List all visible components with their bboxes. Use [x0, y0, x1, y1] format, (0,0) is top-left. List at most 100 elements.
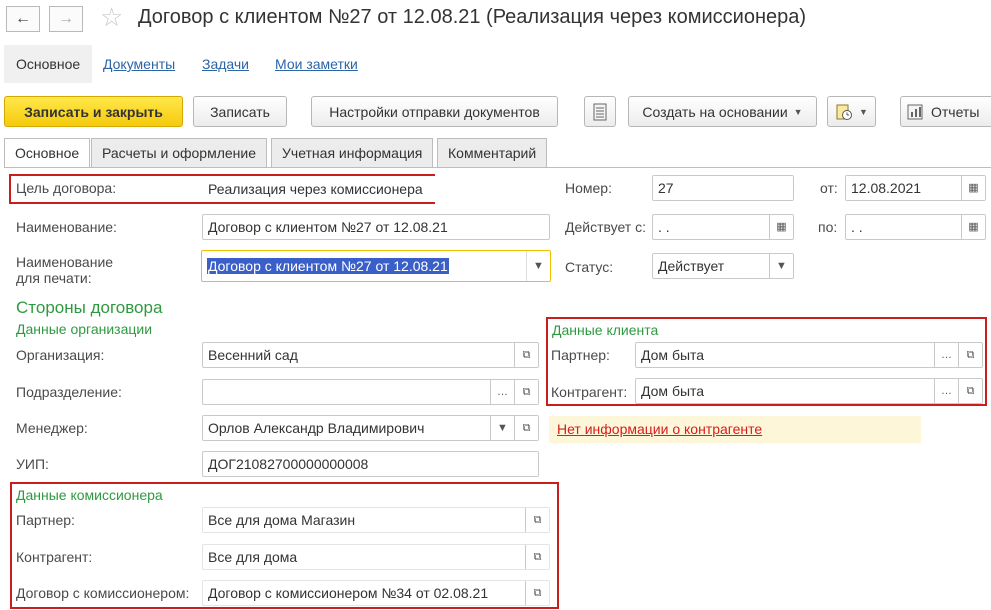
save-button[interactable]: Записать	[193, 96, 287, 127]
agent-contract-label: Договор с комиссионером:	[16, 585, 190, 601]
more-icon[interactable]: …	[934, 379, 958, 403]
nav-documents[interactable]: Документы	[91, 45, 187, 83]
calendar-icon[interactable]: ▦	[769, 215, 793, 239]
nav-notes-label: Мои заметки	[275, 56, 358, 72]
chevron-down-icon[interactable]: ▼	[490, 416, 514, 440]
forward-button[interactable]: →	[49, 6, 83, 32]
print-name-value: Договор с клиентом №27 от 12.08.21	[207, 258, 449, 274]
sides-heading: Стороны договора	[16, 298, 163, 317]
reports-icon	[907, 104, 923, 119]
purpose-field[interactable]: Реализация через комиссионера	[202, 176, 550, 202]
nav-tasks-label: Задачи	[202, 56, 250, 72]
date-field[interactable]: 12.08.2021 ▦	[845, 175, 986, 201]
open-icon[interactable]: ⧉	[958, 343, 982, 367]
tab-main[interactable]: Основное	[4, 138, 91, 168]
reports-button[interactable]: Отчеты	[900, 96, 991, 127]
chevron-down-icon[interactable]: ▼	[526, 251, 550, 281]
nav-notes[interactable]: Мои заметки	[263, 45, 370, 83]
open-icon[interactable]: ⧉	[525, 581, 549, 605]
client-contractor-label: Контрагент:	[551, 384, 628, 400]
org-value: Весенний сад	[208, 347, 298, 363]
list-button[interactable]	[584, 96, 616, 127]
nav-documents-label: Документы	[103, 56, 176, 72]
client-contractor-value: Дом быта	[641, 383, 705, 399]
create-based-on-button[interactable]: Создать на основании ▼	[628, 96, 817, 127]
send-settings-button[interactable]: Настройки отправки документов	[311, 96, 558, 127]
reports-label: Отчеты	[931, 103, 980, 120]
print-name-field[interactable]: Договор с клиентом №27 от 12.08.21 ▼	[201, 250, 551, 282]
dept-field[interactable]: … ⧉	[202, 379, 539, 405]
agent-contractor-value: Все для дома	[208, 549, 298, 565]
client-section-title: Данные клиента	[552, 322, 659, 338]
chevron-down-icon[interactable]: ▼	[769, 254, 793, 278]
date-from-label: от:	[820, 180, 838, 196]
valid-to-value: . .	[851, 219, 863, 235]
arrow-left-icon: ←	[15, 10, 31, 27]
status-value: Действует	[658, 258, 725, 274]
name-label: Наименование:	[16, 219, 117, 235]
client-partner-label: Партнер:	[551, 347, 610, 363]
attachments-button[interactable]: ▼	[827, 96, 876, 127]
window-title: Договор с клиентом №27 от 12.08.21 (Реал…	[138, 6, 807, 28]
chevron-down-icon: ▼	[859, 106, 868, 117]
tab-divider	[4, 167, 991, 168]
open-icon[interactable]: ⧉	[514, 380, 538, 404]
valid-from-label: Действует с:	[565, 219, 646, 235]
client-contractor-field[interactable]: Дом быта … ⧉	[635, 378, 983, 404]
manager-label: Менеджер:	[16, 420, 88, 436]
uip-label: УИП:	[16, 456, 49, 472]
clip-clock-icon	[836, 104, 853, 120]
print-name-label-2: для печати:	[16, 270, 92, 286]
agent-contract-field[interactable]: Договор с комиссионером №34 от 02.08.21 …	[202, 580, 550, 606]
dept-label: Подразделение:	[16, 384, 122, 400]
chevron-down-icon: ▼	[793, 106, 803, 117]
no-info-banner: Нет информации о контрагенте	[549, 416, 921, 443]
status-label: Статус:	[565, 259, 614, 275]
client-partner-field[interactable]: Дом быта … ⧉	[635, 342, 983, 368]
agent-partner-field[interactable]: Все для дома Магазин ⧉	[202, 507, 550, 533]
more-icon[interactable]: …	[934, 343, 958, 367]
create-based-on-label: Создать на основании	[642, 103, 788, 120]
status-select[interactable]: Действует ▼	[652, 253, 794, 279]
org-field[interactable]: Весенний сад ⧉	[202, 342, 539, 368]
valid-from-value: . .	[658, 219, 670, 235]
tab-comment[interactable]: Комментарий	[437, 138, 548, 168]
print-name-label-1: Наименование	[16, 254, 114, 270]
number-field[interactable]: 27	[652, 175, 794, 201]
valid-from-field[interactable]: . . ▦	[652, 214, 794, 240]
print-name-label: Наименование для печати:	[16, 254, 113, 286]
agent-contractor-field[interactable]: Все для дома ⧉	[202, 544, 550, 570]
calendar-icon[interactable]: ▦	[961, 215, 985, 239]
more-icon[interactable]: …	[490, 380, 514, 404]
nav-tasks[interactable]: Задачи	[190, 45, 261, 83]
org-label: Организация:	[16, 347, 105, 363]
nav-main[interactable]: Основное	[4, 45, 93, 83]
org-section-title: Данные организации	[16, 321, 153, 337]
open-icon[interactable]: ⧉	[514, 343, 538, 367]
manager-field[interactable]: Орлов Александр Владимирович ▼ ⧉	[202, 415, 539, 441]
open-icon[interactable]: ⧉	[514, 416, 538, 440]
name-field[interactable]: Договор с клиентом №27 от 12.08.21	[202, 214, 550, 240]
no-info-link[interactable]: Нет информации о контрагенте	[557, 421, 762, 437]
back-button[interactable]: ←	[6, 6, 40, 32]
tab-accounting[interactable]: Учетная информация	[271, 138, 434, 168]
number-label: Номер:	[565, 180, 612, 196]
open-icon[interactable]: ⧉	[958, 379, 982, 403]
date-value: 12.08.2021	[851, 180, 922, 196]
calendar-icon[interactable]: ▦	[961, 176, 985, 200]
uip-field[interactable]: ДОГ21082700000000008	[202, 451, 539, 477]
agent-contractor-label: Контрагент:	[16, 549, 93, 565]
agent-partner-value: Все для дома Магазин	[208, 512, 356, 528]
open-icon[interactable]: ⧉	[525, 508, 549, 532]
agent-partner-label: Партнер:	[16, 512, 75, 528]
purpose-label: Цель договора:	[16, 180, 117, 196]
agent-contract-value: Договор с комиссионером №34 от 02.08.21	[208, 585, 489, 601]
agent-section-title: Данные комиссионера	[16, 487, 163, 503]
open-icon[interactable]: ⧉	[525, 545, 549, 569]
document-list-icon	[593, 103, 607, 120]
tab-payments[interactable]: Расчеты и оформление	[91, 138, 267, 168]
valid-to-field[interactable]: . . ▦	[845, 214, 986, 240]
save-and-close-button[interactable]: Записать и закрыть	[4, 96, 183, 127]
manager-value: Орлов Александр Владимирович	[208, 420, 425, 436]
star-icon[interactable]: ☆	[100, 2, 123, 33]
